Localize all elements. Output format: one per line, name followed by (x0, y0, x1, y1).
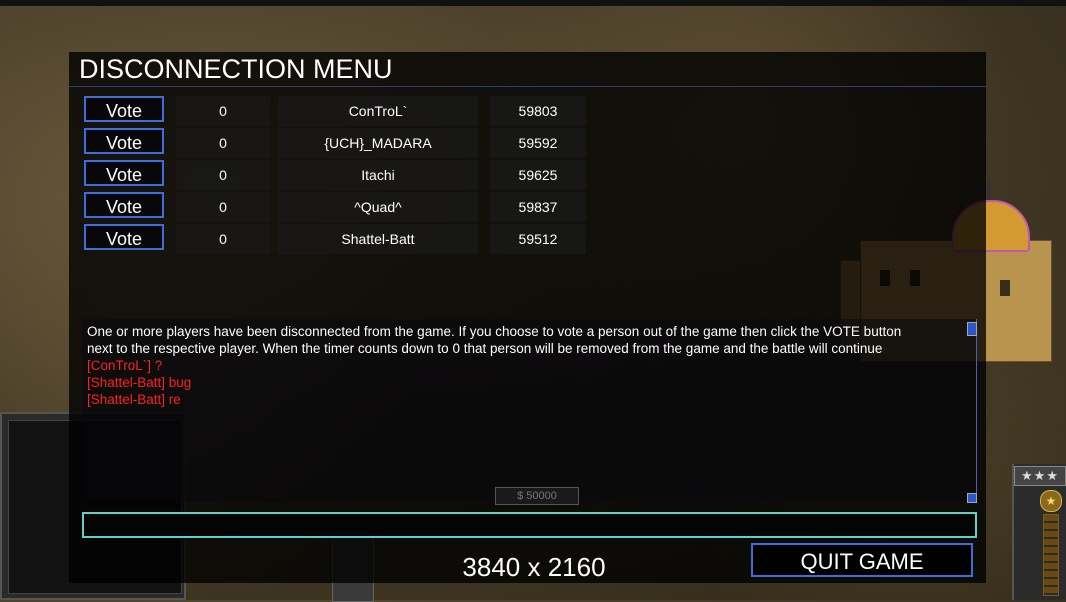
scroll-up-arrow[interactable] (967, 322, 977, 336)
player-timer: 59837 (490, 192, 586, 222)
player-name: {UCH}_MADARA (278, 128, 478, 158)
vote-button[interactable]: Vote (84, 128, 164, 154)
menu-title: DISCONNECTION MENU (79, 54, 393, 84)
vote-count: 0 (176, 224, 270, 254)
player-timer: 59592 (490, 128, 586, 158)
vote-button[interactable]: Vote (84, 160, 164, 186)
vote-count: 0 (176, 160, 270, 190)
top-status-bar (0, 0, 1066, 6)
player-timer: 59803 (490, 96, 586, 126)
vote-button[interactable]: Vote (84, 96, 164, 122)
player-name: ^Quad^ (278, 192, 478, 222)
building-spire (987, 180, 991, 202)
player-name: Shattel-Batt (278, 224, 478, 254)
player-name: Itachi (278, 160, 478, 190)
rank-stars-icon: ★★★ (1014, 466, 1066, 486)
chat-info-line: next to the respective player. When the … (87, 341, 883, 356)
chat-message: [Shattel-Batt] re (87, 392, 181, 407)
scroll-down-arrow[interactable] (967, 493, 977, 503)
vote-count: 0 (176, 128, 270, 158)
chat-log[interactable]: One or more players have been disconnect… (82, 319, 977, 502)
power-meter (1043, 514, 1059, 596)
building-window (1000, 280, 1010, 296)
disconnection-menu: DISCONNECTION MENU Vote 0 ConTroL` 59803… (69, 52, 986, 583)
vote-count: 0 (176, 96, 270, 126)
player-timer: 59512 (490, 224, 586, 254)
player-timer: 59625 (490, 160, 586, 190)
title-divider (69, 86, 986, 87)
star-medal-icon: ★ (1040, 490, 1062, 512)
chat-message: [ConTroL`] ? (87, 358, 163, 373)
player-name: ConTroL` (278, 96, 478, 126)
vote-button[interactable]: Vote (84, 192, 164, 218)
chat-input[interactable] (82, 512, 977, 538)
resolution-label: 3840 x 2160 (462, 552, 606, 582)
vote-button[interactable]: Vote (84, 224, 164, 250)
quit-game-button[interactable]: QUIT GAME (751, 543, 973, 577)
money-counter: $ 50000 (495, 487, 579, 505)
vote-count: 0 (176, 192, 270, 222)
chat-info-line: One or more players have been disconnect… (87, 324, 902, 339)
chat-message: [Shattel-Batt] bug (87, 375, 192, 390)
